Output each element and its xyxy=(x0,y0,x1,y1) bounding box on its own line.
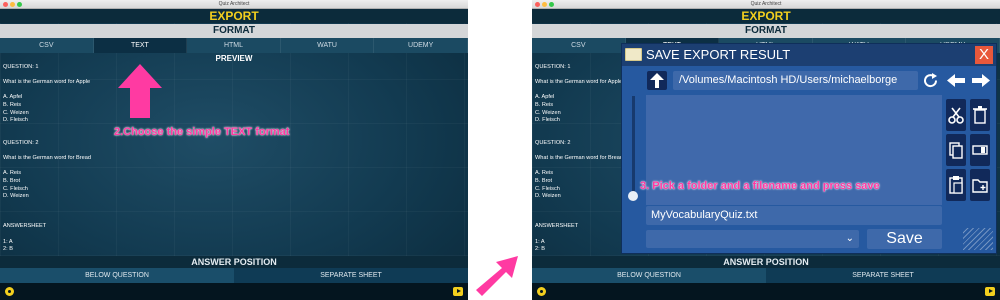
arrow-up-icon xyxy=(650,73,664,88)
copy-icon xyxy=(949,142,963,159)
option-separate-sheet[interactable]: SEPARATE SHEET xyxy=(766,268,1000,283)
window-title: Quiz Architect xyxy=(750,1,782,7)
format-tabs: CSV TEXT HTML WATU UDEMY xyxy=(0,38,468,53)
rename-button[interactable] xyxy=(970,134,990,166)
close-dialog-button[interactable]: X xyxy=(975,46,993,64)
tab-csv[interactable]: CSV xyxy=(532,38,626,53)
format-header: FORMAT xyxy=(532,24,1000,38)
chevron-down-icon: ⌄ xyxy=(845,233,854,244)
next-icon[interactable] xyxy=(453,287,463,296)
option-below-question[interactable]: BELOW QUESTION xyxy=(0,268,234,283)
folder-icon xyxy=(625,48,642,61)
bottom-toolbar xyxy=(532,283,1000,300)
resize-grip-icon[interactable] xyxy=(963,228,993,250)
save-export-dialog: SAVE EXPORT RESULT X /Volumes/Macintosh … xyxy=(621,43,997,254)
refresh-icon xyxy=(924,73,938,88)
step2-annotation: 2.Choose the simple TEXT format xyxy=(114,126,290,138)
answer-position-header: ANSWER POSITION xyxy=(0,256,468,268)
back-circle-icon[interactable] xyxy=(5,287,14,296)
arrow-right-icon xyxy=(972,74,990,87)
option-below-question[interactable]: BELOW QUESTION xyxy=(532,268,766,283)
tab-text[interactable]: TEXT xyxy=(93,38,188,53)
zoom-slider-track[interactable] xyxy=(632,96,635,201)
file-type-select[interactable]: ⌄ xyxy=(646,230,859,248)
window-titlebar: Quiz Architect xyxy=(0,0,468,9)
window-titlebar: Quiz Architect xyxy=(532,0,1000,9)
answer-position-header: ANSWER POSITION xyxy=(532,256,1000,268)
up-arrow-annotation-icon xyxy=(118,64,162,118)
back-circle-icon[interactable] xyxy=(537,287,546,296)
next-icon[interactable] xyxy=(985,287,995,296)
preview-content: QUESTION: 1 What is the German word for … xyxy=(3,64,91,253)
app-window-step2: Quiz Architect EXPORT FORMAT CSV TEXT HT… xyxy=(0,0,468,300)
export-header: EXPORT xyxy=(532,9,1000,23)
bottom-toolbar xyxy=(0,283,468,300)
parent-folder-button[interactable] xyxy=(647,71,667,90)
export-header: EXPORT xyxy=(0,9,468,23)
paste-icon xyxy=(949,176,963,194)
answer-position-options: BELOW QUESTION SEPARATE SHEET xyxy=(532,268,1000,283)
refresh-button[interactable] xyxy=(921,71,941,90)
answer-position-options: BELOW QUESTION SEPARATE SHEET xyxy=(0,268,468,283)
zoom-slider-handle[interactable] xyxy=(628,191,638,201)
preview-content: QUESTION: 1 What is the German word for … xyxy=(535,64,623,253)
dialog-header: SAVE EXPORT RESULT X xyxy=(622,44,996,66)
scissors-icon xyxy=(948,107,964,124)
tab-udemy[interactable]: UDEMY xyxy=(374,38,468,53)
window-title: Quiz Architect xyxy=(218,1,250,7)
paste-button[interactable] xyxy=(946,169,966,201)
path-field[interactable]: /Volumes/Macintosh HD/Users/michaelborge xyxy=(673,71,918,90)
save-button[interactable]: Save xyxy=(867,229,942,249)
back-button[interactable] xyxy=(945,71,967,90)
delete-button[interactable] xyxy=(970,99,990,131)
new-folder-icon xyxy=(972,179,988,193)
dialog-title: SAVE EXPORT RESULT xyxy=(646,47,791,62)
new-folder-button[interactable] xyxy=(970,169,990,201)
filename-input[interactable]: MyVocabularyQuiz.txt xyxy=(646,206,942,225)
tab-csv[interactable]: CSV xyxy=(0,38,94,53)
transition-arrow-icon xyxy=(476,256,518,296)
tab-html[interactable]: HTML xyxy=(187,38,281,53)
rename-icon xyxy=(972,145,988,155)
cut-button[interactable] xyxy=(946,99,966,131)
tab-watu[interactable]: WATU xyxy=(281,38,375,53)
option-separate-sheet[interactable]: SEPARATE SHEET xyxy=(234,268,468,283)
step3-annotation: 3. Pick a folder and a filename and pres… xyxy=(640,180,880,192)
preview-title: PREVIEW xyxy=(215,54,253,63)
forward-button[interactable] xyxy=(970,71,992,90)
arrow-left-icon xyxy=(947,74,965,87)
format-header: FORMAT xyxy=(0,24,468,38)
copy-button[interactable] xyxy=(946,134,966,166)
trash-icon xyxy=(973,106,987,124)
